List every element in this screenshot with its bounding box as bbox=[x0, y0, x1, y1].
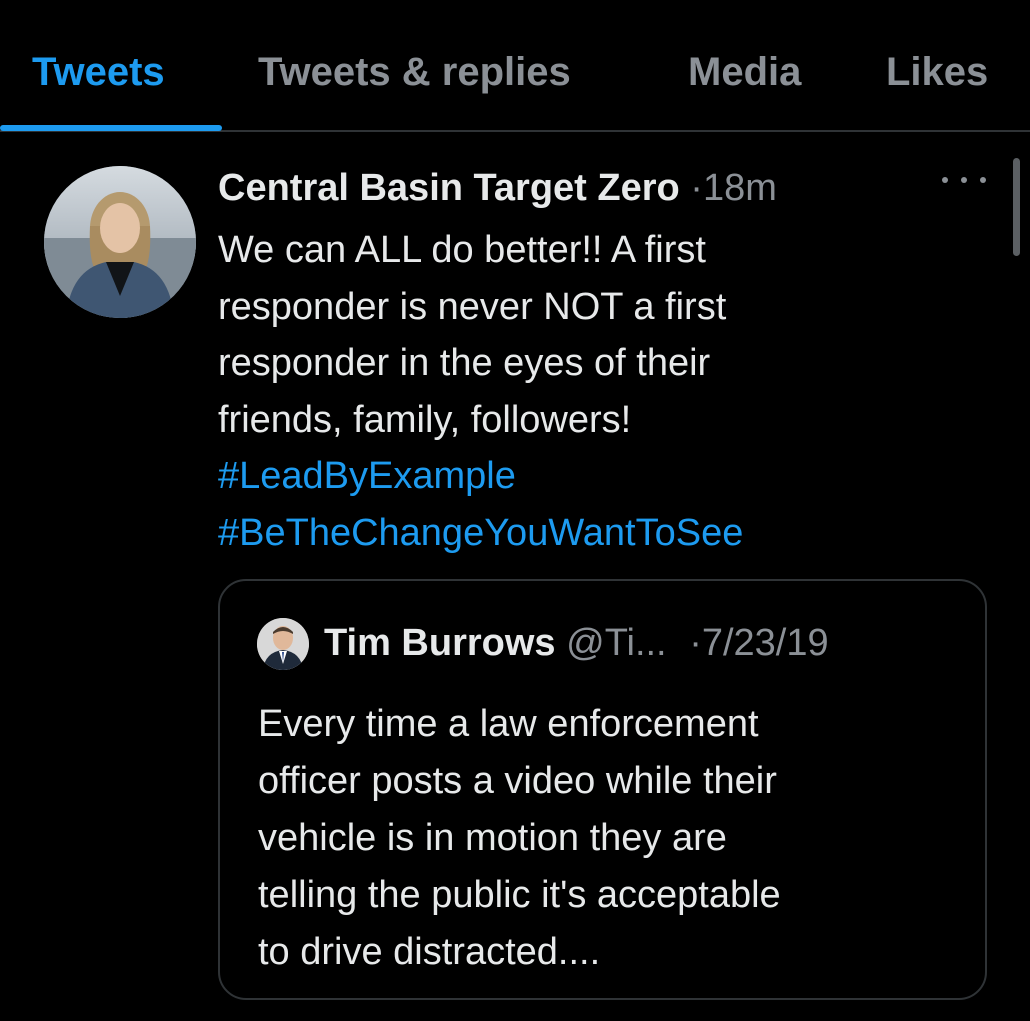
tweet-text: We can ALL do better!! A first responder… bbox=[218, 222, 918, 561]
quoted-text-line: officer posts a video while their bbox=[258, 760, 777, 802]
quoted-tweet[interactable]: Tim Burrows @Ti... ·7/23/19 Every time a… bbox=[218, 579, 987, 1000]
header-separator: · bbox=[690, 167, 703, 209]
tweet-text-line: responder is never NOT a first bbox=[218, 285, 727, 328]
avatar-photo-icon bbox=[257, 618, 309, 670]
profile-tab-bar: Tweets Tweets & replies Media Likes bbox=[0, 0, 1030, 132]
quoted-text-line: to drive distracted.... bbox=[258, 931, 601, 973]
tab-likes[interactable]: Likes bbox=[886, 48, 988, 96]
hashtag-link[interactable]: #LeadByExample bbox=[218, 448, 918, 505]
quoted-text-line: telling the public it's acceptable bbox=[258, 874, 781, 916]
active-tab-indicator bbox=[0, 125, 222, 131]
tweet[interactable]: Central Basin Target Zero ·18m We can AL… bbox=[0, 132, 1030, 1021]
quoted-tweet-text: Every time a law enforcement officer pos… bbox=[258, 696, 958, 981]
tweet-header: Central Basin Target Zero ·18m bbox=[218, 164, 777, 212]
quoted-author-handle: @Ti... bbox=[566, 622, 667, 664]
quoted-tweet-header: Tim Burrows @Ti... ·7/23/19 bbox=[324, 619, 829, 667]
quoted-author-name: Tim Burrows bbox=[324, 622, 556, 664]
author-name[interactable]: Central Basin Target Zero bbox=[218, 167, 680, 209]
tweet-text-line: responder in the eyes of their bbox=[218, 342, 711, 384]
quoted-author-avatar bbox=[257, 618, 309, 670]
hashtag-link[interactable]: #BeTheChangeYouWantToSee bbox=[218, 505, 918, 562]
tab-media[interactable]: Media bbox=[688, 48, 801, 96]
tweet-text-line: We can ALL do better!! A first bbox=[218, 229, 706, 271]
quoted-separator: · bbox=[689, 622, 702, 664]
tab-tweets[interactable]: Tweets bbox=[32, 48, 165, 96]
author-avatar[interactable] bbox=[44, 166, 196, 318]
tweet-text-line: friends, family, followers! bbox=[218, 398, 632, 441]
quoted-text-line: vehicle is in motion they are bbox=[258, 817, 727, 859]
quoted-text-line: Every time a law enforcement bbox=[258, 703, 759, 745]
tweet-timestamp[interactable]: 18m bbox=[703, 167, 777, 209]
more-options-icon[interactable] bbox=[942, 170, 986, 190]
avatar-photo-icon bbox=[44, 166, 196, 318]
quoted-date: 7/23/19 bbox=[701, 622, 829, 664]
tab-tweets-and-replies[interactable]: Tweets & replies bbox=[258, 48, 571, 96]
scrollbar[interactable] bbox=[1013, 158, 1020, 256]
